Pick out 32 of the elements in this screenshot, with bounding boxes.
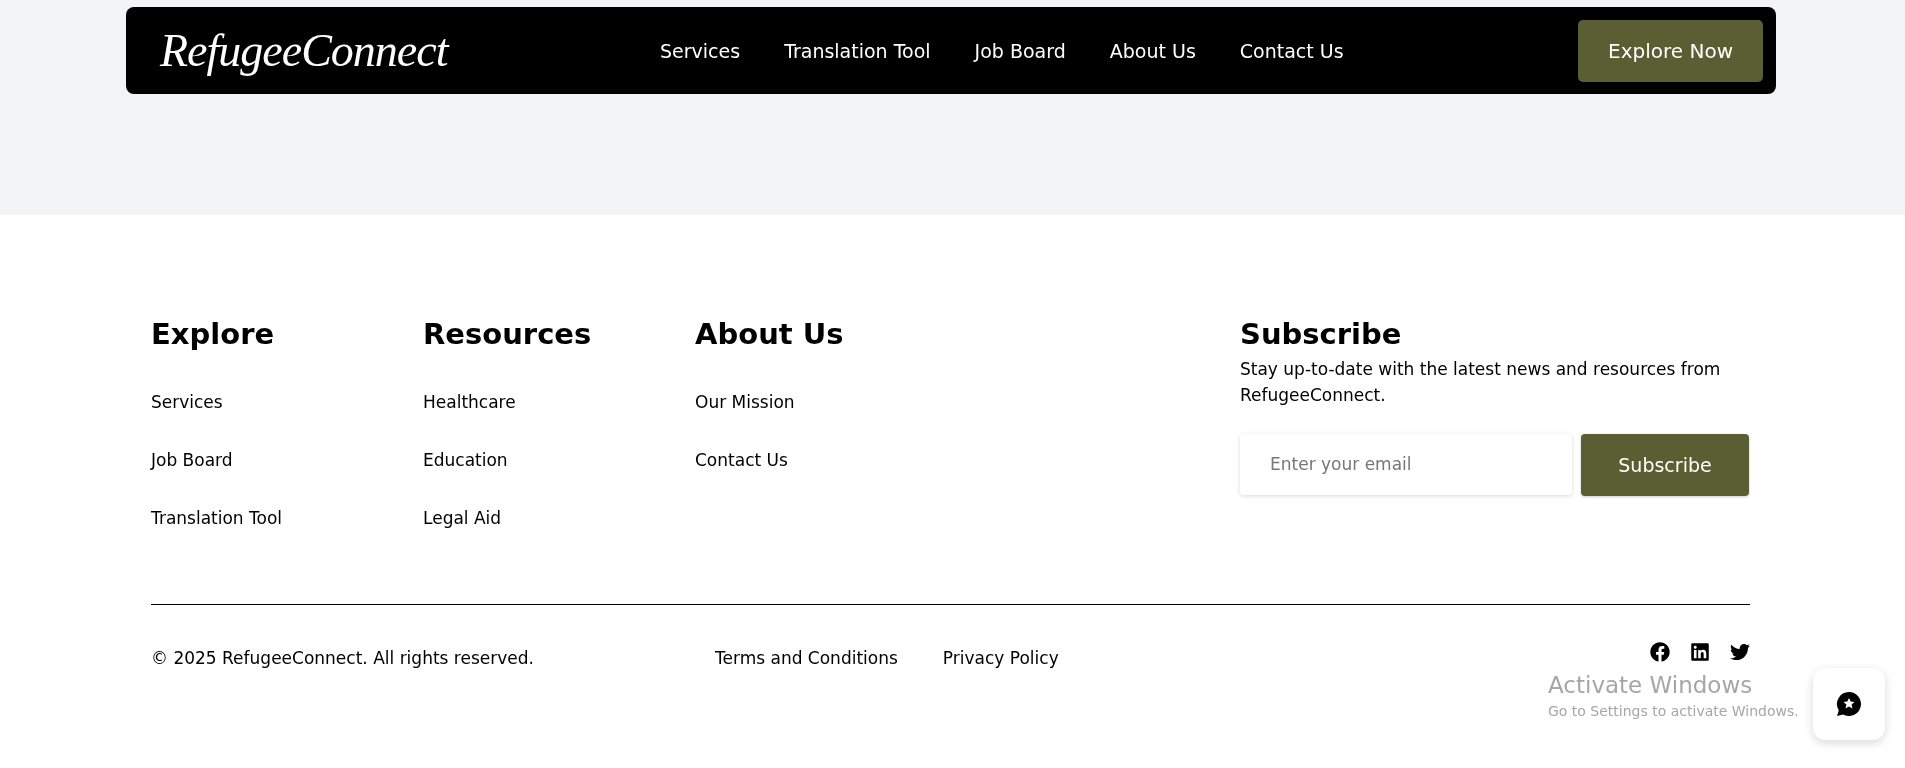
- chat-button[interactable]: [1813, 668, 1885, 740]
- legal-link[interactable]: Terms and Conditions: [715, 646, 898, 669]
- column-heading: Explore: [151, 317, 276, 352]
- email-field[interactable]: Enter your email: [1240, 433, 1572, 495]
- logo[interactable]: RefugeeConnect: [160, 24, 660, 77]
- footer-link[interactable]: Legal Aid: [423, 506, 695, 529]
- chat-bubble-icon: [1835, 690, 1863, 718]
- activation-subtitle: Go to Settings to activate Windows.: [1548, 703, 1799, 719]
- footer-link[interactable]: Education: [423, 448, 695, 471]
- linkedin-icon[interactable]: [1690, 641, 1710, 662]
- column-heading: Resources: [423, 317, 593, 352]
- subscribe-text: Stay up-to-date with the latest news and resources from RefugeeConnect.: [1240, 357, 1722, 407]
- footer-link[interactable]: Services: [151, 390, 423, 413]
- nav-link[interactable]: About Us: [1109, 39, 1196, 62]
- footer-link[interactable]: Healthcare: [423, 390, 695, 413]
- footer-link[interactable]: Job Board: [151, 448, 423, 471]
- column-heading: About Us: [695, 317, 845, 352]
- legal-link[interactable]: Privacy Policy: [942, 646, 1059, 669]
- nav-link[interactable]: Job Board: [974, 39, 1066, 62]
- nav-link[interactable]: Translation Tool: [784, 39, 931, 62]
- nav-link[interactable]: Services: [660, 39, 741, 62]
- activation-title: Activate Windows: [1548, 671, 1754, 700]
- copyright-text: © 2025 RefugeeConnect. All rights reserved.: [151, 647, 535, 668]
- subscribe-heading: Subscribe: [1240, 317, 1403, 352]
- subscribe-button[interactable]: Subscribe: [1581, 433, 1749, 496]
- footer-link[interactable]: Translation Tool: [151, 506, 423, 529]
- explore-now-button[interactable]: Explore Now: [1578, 19, 1763, 82]
- footer-link[interactable]: Contact Us: [695, 448, 1240, 471]
- facebook-icon[interactable]: [1650, 641, 1670, 662]
- twitter-icon[interactable]: [1730, 641, 1750, 662]
- nav-link[interactable]: Contact Us: [1239, 39, 1344, 62]
- footer-link[interactable]: Our Mission: [695, 390, 1240, 413]
